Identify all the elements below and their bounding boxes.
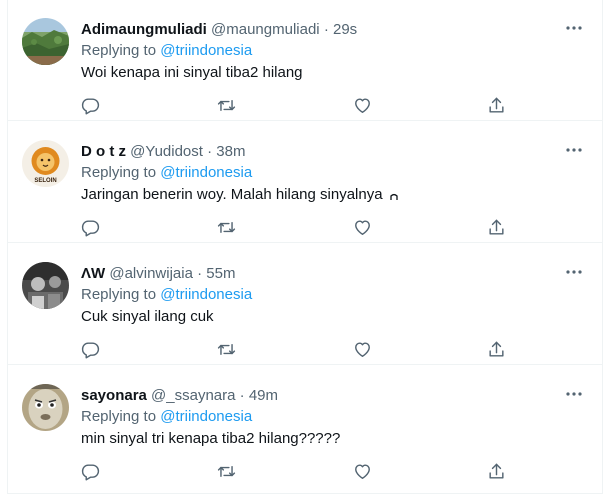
- reply-thread: Adimaungmuliadi @maungmuliadi · 29s Repl…: [7, 0, 603, 494]
- avatar-logo-text: SELOIN: [34, 178, 56, 184]
- replying-to-label: Replying to: [81, 286, 161, 303]
- timestamp[interactable]: 38m: [216, 143, 245, 160]
- display-name[interactable]: ΛW: [81, 265, 105, 282]
- replying-to-label: Replying to: [81, 164, 161, 181]
- mention-link[interactable]: @triindonesia: [160, 164, 252, 181]
- tweet-text-content: Jaringan benerin woy. Malah hilang sinya…: [81, 186, 383, 203]
- train-face-avatar-image: [22, 384, 69, 431]
- tweet-actions: [81, 96, 511, 116]
- tweet-header: D o t z @Yudidost · 38m: [81, 142, 552, 162]
- reply-icon[interactable]: [81, 340, 101, 360]
- tweet-header: Adimaungmuliadi @maungmuliadi · 29s: [81, 20, 552, 40]
- user-handle[interactable]: @_ssaynara: [151, 387, 235, 404]
- more-dots-icon[interactable]: [562, 142, 586, 158]
- lion-logo-avatar-image: SELOIN: [22, 140, 69, 187]
- landscape-avatar-image: [22, 18, 69, 65]
- tweet-text: Jaringan benerin woy. Malah hilang sinya…: [81, 185, 398, 205]
- heart-icon[interactable]: [353, 340, 373, 360]
- replying-to-label: Replying to: [81, 408, 161, 425]
- tweet-actions: [81, 462, 511, 482]
- retweet-icon[interactable]: [217, 218, 237, 238]
- more-dots-icon[interactable]: [562, 20, 586, 36]
- tweet-item[interactable]: Adimaungmuliadi @maungmuliadi · 29s Repl…: [8, 0, 602, 121]
- replying-to-line: Replying to @triindonesia: [81, 407, 252, 427]
- display-name[interactable]: D o t z: [81, 143, 126, 160]
- tweet-item[interactable]: sayonara @_ssaynara · 49m Replying to @t…: [8, 366, 602, 487]
- tweet-actions: [81, 340, 511, 360]
- replying-to-label: Replying to: [81, 42, 161, 59]
- tweet-text: Woi kenapa ini sinyal tiba2 hilang: [81, 64, 303, 81]
- more-dots-icon[interactable]: [562, 386, 586, 402]
- timestamp[interactable]: 55m: [206, 265, 235, 282]
- avatar[interactable]: [22, 384, 69, 431]
- mention-link[interactable]: @triindonesia: [160, 408, 252, 425]
- separator: ·: [197, 265, 203, 282]
- retweet-icon[interactable]: [217, 340, 237, 360]
- dark-photo-avatar-image: [22, 262, 69, 309]
- reply-icon[interactable]: [81, 218, 101, 238]
- separator: ·: [239, 387, 245, 404]
- mention-link[interactable]: @triindonesia: [160, 42, 252, 59]
- emoji-icon: [390, 187, 398, 200]
- tweet-actions: [81, 218, 511, 238]
- separator: ·: [207, 143, 213, 160]
- tweet-text: Cuk sinyal ilang cuk: [81, 308, 214, 325]
- reply-icon[interactable]: [81, 96, 101, 116]
- replying-to-line: Replying to @triindonesia: [81, 41, 252, 61]
- tweet-text: min sinyal tri kenapa tiba2 hilang?????: [81, 430, 341, 447]
- heart-icon[interactable]: [353, 96, 373, 116]
- reply-icon[interactable]: [81, 462, 101, 482]
- display-name[interactable]: Adimaungmuliadi: [81, 21, 207, 38]
- retweet-icon[interactable]: [217, 462, 237, 482]
- replying-to-line: Replying to @triindonesia: [81, 285, 252, 305]
- retweet-icon[interactable]: [217, 96, 237, 116]
- display-name[interactable]: sayonara: [81, 387, 147, 404]
- tweet-header: sayonara @_ssaynara · 49m: [81, 386, 552, 406]
- user-handle[interactable]: @maungmuliadi: [211, 21, 320, 38]
- avatar[interactable]: SELOIN: [22, 140, 69, 187]
- separator: ·: [323, 21, 329, 38]
- tweet-item[interactable]: ΛW @alvinwijaia · 55m Replying to @triin…: [8, 244, 602, 365]
- share-icon[interactable]: [487, 218, 507, 238]
- user-handle[interactable]: @alvinwijaia: [109, 265, 193, 282]
- heart-icon[interactable]: [353, 218, 373, 238]
- more-dots-icon[interactable]: [562, 264, 586, 280]
- share-icon[interactable]: [487, 462, 507, 482]
- tweet-header: ΛW @alvinwijaia · 55m: [81, 264, 552, 284]
- share-icon[interactable]: [487, 340, 507, 360]
- tweet-item[interactable]: SELOIN D o t z @Yudidost · 38m Replying …: [8, 122, 602, 243]
- timestamp[interactable]: 29s: [333, 21, 357, 38]
- replying-to-line: Replying to @triindonesia: [81, 163, 252, 183]
- share-icon[interactable]: [487, 96, 507, 116]
- user-handle[interactable]: @Yudidost: [130, 143, 203, 160]
- avatar[interactable]: [22, 262, 69, 309]
- heart-icon[interactable]: [353, 462, 373, 482]
- timestamp[interactable]: 49m: [249, 387, 278, 404]
- mention-link[interactable]: @triindonesia: [160, 286, 252, 303]
- avatar[interactable]: [22, 18, 69, 65]
